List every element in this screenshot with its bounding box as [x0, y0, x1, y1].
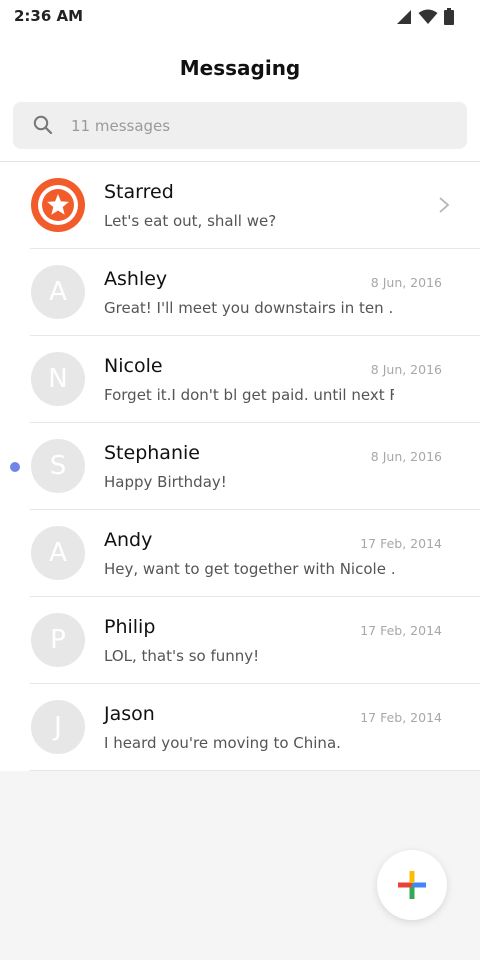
message-date: 17 Feb, 2014	[360, 623, 442, 638]
avatar: A	[31, 526, 85, 580]
message-preview: LOL, that's so funny!	[104, 647, 260, 665]
avatar: P	[31, 613, 85, 667]
message-preview: Forget it.I don't bl get paid. until nex…	[104, 386, 394, 404]
message-date: 8 Jun, 2016	[370, 449, 442, 464]
avatar: A	[31, 265, 85, 319]
app-header: Messaging	[0, 34, 480, 162]
page-title: Messaging	[179, 56, 301, 80]
message-date: 17 Feb, 2014	[360, 536, 442, 551]
conversation-row-nicole[interactable]: N Nicole Forget it.I don't bl get paid. …	[0, 336, 480, 423]
search-bar[interactable]	[13, 102, 467, 149]
avatar: J	[31, 700, 85, 754]
message-date: 8 Jun, 2016	[370, 362, 442, 377]
starred-row[interactable]: Starred Let's eat out, shall we?	[0, 162, 480, 249]
conversation-list: Starred Let's eat out, shall we? A Ashle…	[0, 162, 480, 771]
conversation-row-philip[interactable]: P Philip LOL, that's so funny! 17 Feb, 2…	[0, 597, 480, 684]
plus-icon	[398, 871, 426, 899]
star-icon	[38, 185, 78, 225]
contact-name: Andy	[104, 529, 153, 551]
message-date: 8 Jun, 2016	[370, 275, 442, 290]
avatar: S	[31, 439, 85, 493]
unread-indicator	[10, 462, 20, 472]
message-preview: Hey, want to get together with Nicole …	[104, 560, 394, 578]
conversation-row-jason[interactable]: J Jason I heard you're moving to China. …	[0, 684, 480, 771]
row-divider	[30, 770, 480, 771]
new-message-button[interactable]	[377, 850, 447, 920]
starred-avatar	[31, 178, 85, 232]
battery-icon	[444, 8, 454, 25]
contact-name: Jason	[104, 703, 155, 725]
contact-name: Nicole	[104, 355, 163, 377]
search-icon	[33, 115, 53, 135]
status-bar: 2:36 AM	[0, 0, 480, 34]
contact-name: Stephanie	[104, 442, 200, 464]
conversation-row-ashley[interactable]: A Ashley Great! I'll meet you downstairs…	[0, 249, 480, 336]
message-preview: Happy Birthday!	[104, 473, 227, 491]
conversation-row-stephanie[interactable]: S Stephanie Happy Birthday! 8 Jun, 2016	[0, 423, 480, 510]
avatar: N	[31, 352, 85, 406]
message-preview: I heard you're moving to China.	[104, 734, 341, 752]
contact-name: Ashley	[104, 268, 168, 290]
messaging-screen: 2:36 AM Messaging 11 messages Starred Le…	[0, 0, 480, 960]
chevron-right-icon	[439, 197, 450, 213]
conversation-row-andy[interactable]: A Andy Hey, want to get together with Ni…	[0, 510, 480, 597]
search-input[interactable]	[71, 102, 451, 149]
status-icons	[396, 8, 454, 25]
signal-icon	[397, 9, 411, 24]
starred-preview: Let's eat out, shall we?	[104, 212, 277, 230]
contact-name: Philip	[104, 616, 156, 638]
wifi-icon	[418, 9, 438, 24]
status-time: 2:36 AM	[14, 7, 84, 25]
message-date: 17 Feb, 2014	[360, 710, 442, 725]
message-preview: Great! I'll meet you downstairs in ten …	[104, 299, 394, 317]
starred-label: Starred	[104, 181, 174, 203]
